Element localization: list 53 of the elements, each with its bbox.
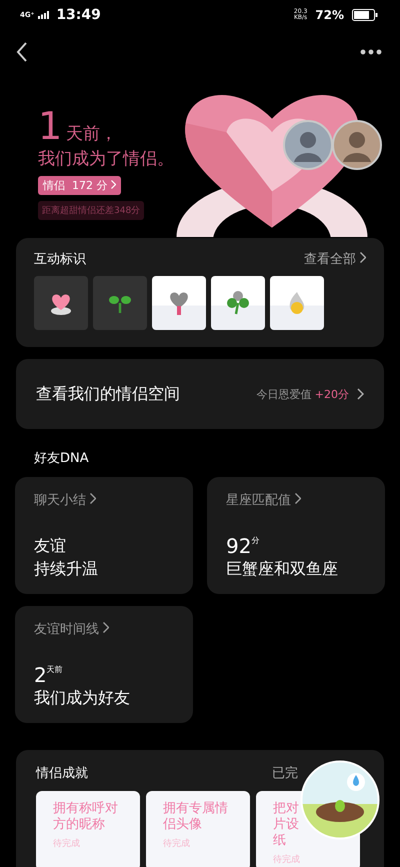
- flame-icon: [287, 290, 307, 316]
- chevron-icon: [360, 252, 366, 263]
- badge-tile[interactable]: [34, 276, 88, 330]
- card-text: 巨蟹座和双鱼座: [226, 559, 338, 580]
- chevron-icon: [110, 180, 116, 189]
- signal-icon: [38, 11, 50, 19]
- clover-icon: [225, 290, 251, 316]
- back-icon[interactable]: [16, 42, 28, 62]
- today-label: 今日恩爱值: [256, 388, 312, 400]
- completed-count: 已完: [272, 765, 298, 782]
- section-title: 互动标识: [34, 251, 86, 268]
- card-link[interactable]: 星座匹配值: [226, 491, 302, 509]
- couple-space-title: 查看我们的情侣空间: [36, 384, 181, 404]
- avatar[interactable]: [332, 120, 382, 170]
- value-number: 2: [34, 664, 47, 686]
- chevron-icon: [90, 493, 96, 504]
- badge-tile[interactable]: [152, 276, 206, 330]
- dna-card[interactable]: 聊天小结 友谊 持续升温: [15, 477, 193, 594]
- card-link[interactable]: 友谊时间线: [34, 620, 110, 638]
- chevron-icon: [357, 388, 364, 400]
- value-number: 92: [226, 535, 252, 557]
- card-text: 我们成为好友: [34, 688, 130, 709]
- achievement-title: 拥有专属情 侣头像: [163, 801, 228, 833]
- battery-icon: [352, 9, 378, 21]
- achievement-title: 把对 片设 纸: [273, 801, 299, 849]
- couple-space-card[interactable]: 查看我们的情侣空间 今日恩爱值 +20分: [16, 359, 384, 429]
- badge-tile[interactable]: [270, 276, 324, 330]
- chevron-icon: [103, 622, 110, 633]
- headline: 我们成为了情侣。: [38, 148, 174, 170]
- achievement-status: 待完成: [273, 854, 300, 866]
- badge-tile[interactable]: [93, 276, 147, 330]
- days-suffix: 天前，: [66, 123, 118, 145]
- days-number: 1: [38, 107, 62, 145]
- achievement-status: 待完成: [53, 838, 80, 850]
- badge-tile[interactable]: [211, 276, 265, 330]
- value-unit: 天前: [46, 664, 63, 675]
- clock: 13:49: [56, 7, 101, 23]
- card-text: 持续升温: [34, 559, 98, 580]
- view-all-link[interactable]: 查看全部: [304, 250, 366, 268]
- battery-percent: 72%: [315, 8, 344, 22]
- more-icon[interactable]: [360, 49, 382, 55]
- achievement-title: 拥有称呼对 方的昵称: [53, 801, 118, 833]
- section-title: 情侣成就: [36, 765, 88, 782]
- value-unit: 分: [251, 535, 260, 546]
- chevron-icon: [295, 493, 302, 504]
- heart-icon: [167, 290, 191, 316]
- section-title: 好友DNA: [33, 450, 90, 468]
- level-button[interactable]: 情侣 172 分: [38, 176, 121, 195]
- today-value: +20分: [314, 388, 349, 400]
- card-text: 友谊: [34, 536, 66, 557]
- level-hint: 距离超甜情侣还差348分: [38, 201, 144, 220]
- card-link[interactable]: 聊天小结: [34, 491, 96, 509]
- achievement-status: 待完成: [163, 838, 190, 850]
